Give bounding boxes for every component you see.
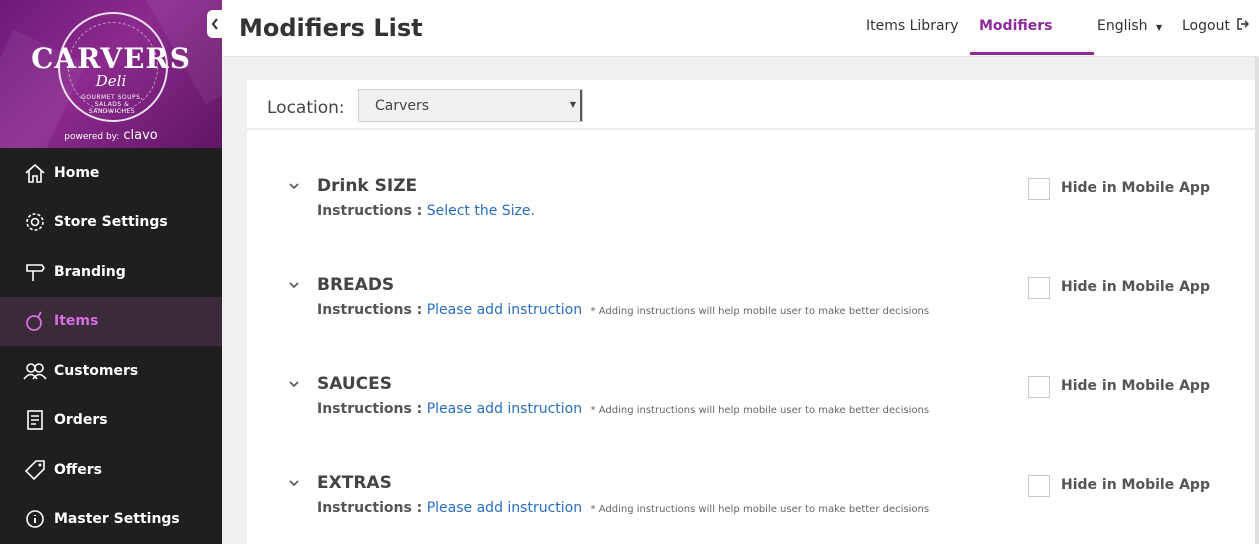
instructions-label: Instructions :: [317, 302, 423, 318]
hide-in-mobile-label: Hide in Mobile App: [1061, 180, 1210, 196]
hide-in-mobile-checkbox[interactable]: [1028, 376, 1050, 398]
logout-label: Logout: [1182, 18, 1230, 34]
instructions-label: Instructions :: [317, 401, 423, 417]
logout-icon: [1237, 18, 1250, 30]
caret-down-icon: ▼: [569, 100, 576, 109]
info-icon: [22, 507, 48, 531]
instructions-label: Instructions :: [317, 203, 423, 219]
hide-in-mobile-label: Hide in Mobile App: [1061, 477, 1210, 493]
sidebar-item-offers[interactable]: Offers: [0, 445, 222, 495]
modifier-row: EXTRAS Instructions : Please add instruc…: [247, 473, 1255, 544]
modifier-name[interactable]: Drink SIZE: [317, 176, 417, 196]
modifier-instructions: Instructions : Please add instruction * …: [317, 500, 929, 516]
caret-down-icon: ▼: [1156, 23, 1163, 32]
sidebar-collapse-button[interactable]: [207, 10, 223, 38]
sidebar-item-label: Orders: [54, 412, 108, 429]
sidebar-item-items[interactable]: Items: [0, 296, 222, 346]
sidebar-nav: Home Store Settings Branding Items Custo…: [0, 148, 222, 544]
nav-modifiers[interactable]: Modifiers: [979, 18, 1052, 34]
tag-icon: [22, 458, 48, 482]
hide-in-mobile-checkbox[interactable]: [1028, 475, 1050, 497]
modifier-row: Drink SIZE Instructions : Select the Siz…: [247, 176, 1255, 248]
modifier-name[interactable]: BREADS: [317, 275, 394, 295]
language-label: English: [1097, 18, 1148, 34]
sidebar-item-label: Home: [54, 164, 100, 181]
brand-title: CARVERS: [31, 42, 191, 75]
sidebar-item-label: Customers: [54, 362, 139, 379]
language-dropdown[interactable]: English ▼: [1097, 18, 1162, 34]
sidebar-item-store-settings[interactable]: Store Settings: [0, 198, 222, 248]
modifier-row: BREADS Instructions : Please add instruc…: [247, 275, 1255, 347]
sidebar-item-label: Offers: [54, 461, 102, 478]
scrollbar[interactable]: [1255, 57, 1259, 544]
sidebar-item-home[interactable]: Home: [0, 148, 222, 198]
hide-in-mobile-label: Hide in Mobile App: [1061, 279, 1210, 295]
modifier-name[interactable]: SAUCES: [317, 374, 392, 394]
nav-items-library[interactable]: Items Library: [866, 18, 959, 34]
brand-tagline: GOURMET SOUPS, SALADS & SANDWICHES: [81, 94, 143, 115]
instruction-note: * Adding instructions will help mobile u…: [590, 405, 930, 416]
chevron-down-icon[interactable]: [288, 378, 300, 390]
modifier-name[interactable]: EXTRAS: [317, 473, 392, 493]
powered-by: powered by: clavo: [0, 128, 222, 143]
location-label: Location:: [267, 98, 345, 118]
main-content: Location: Carvers ▼ Drink SIZE Instructi…: [247, 80, 1255, 544]
sidebar-item-label: Branding: [54, 263, 126, 280]
powered-by-label: powered by:: [64, 132, 120, 142]
sidebar-item-label: Master Settings: [54, 511, 180, 528]
powered-by-name: clavo: [123, 128, 158, 143]
sidebar: CARVERS Deli GOURMET SOUPS, SALADS & SAN…: [0, 0, 222, 544]
active-tab-indicator: [970, 52, 1094, 55]
modifier-instructions: Instructions : Select the Size.: [317, 203, 535, 219]
logout-link[interactable]: Logout: [1182, 18, 1250, 34]
instruction-link[interactable]: Select the Size.: [427, 203, 535, 219]
sidebar-item-label: Items: [54, 313, 99, 330]
chevron-down-icon[interactable]: [288, 477, 300, 489]
hide-in-mobile-label: Hide in Mobile App: [1061, 378, 1210, 394]
top-bar: Modifiers List Items Library Modifiers E…: [222, 0, 1259, 57]
location-select[interactable]: Carvers ▼: [358, 89, 583, 122]
sidebar-item-customers[interactable]: Customers: [0, 346, 222, 396]
chevron-left-icon: [211, 18, 218, 30]
instruction-note: * Adding instructions will help mobile u…: [590, 504, 930, 515]
apple-icon: [22, 309, 48, 333]
brand-subtitle: Deli: [95, 72, 127, 90]
home-icon: [22, 161, 48, 185]
instruction-note: * Adding instructions will help mobile u…: [590, 306, 930, 317]
modifier-instructions: Instructions : Please add instruction * …: [317, 302, 929, 318]
sidebar-item-branding[interactable]: Branding: [0, 247, 222, 297]
hide-in-mobile-checkbox[interactable]: [1028, 277, 1050, 299]
instructions-label: Instructions :: [317, 500, 423, 516]
location-bar: Location: Carvers ▼: [247, 80, 1255, 130]
modifier-instructions: Instructions : Please add instruction * …: [317, 401, 929, 417]
sidebar-item-label: Store Settings: [54, 214, 168, 231]
location-value: Carvers: [375, 98, 430, 114]
chevron-down-icon[interactable]: [288, 279, 300, 291]
page-title: Modifiers List: [239, 14, 423, 42]
instruction-link[interactable]: Please add instruction: [427, 500, 582, 516]
brand-logo[interactable]: CARVERS Deli GOURMET SOUPS, SALADS & SAN…: [0, 0, 222, 148]
gear-icon: [22, 210, 48, 234]
modifier-row: SAUCES Instructions : Please add instruc…: [247, 374, 1255, 446]
receipt-icon: [22, 408, 48, 432]
sidebar-item-master-settings[interactable]: Master Settings: [0, 495, 222, 544]
instruction-link[interactable]: Please add instruction: [427, 401, 582, 417]
hide-in-mobile-checkbox[interactable]: [1028, 178, 1050, 200]
sidebar-item-orders[interactable]: Orders: [0, 396, 222, 446]
users-icon: [22, 359, 48, 383]
instruction-link[interactable]: Please add instruction: [427, 302, 582, 318]
signpost-icon: [22, 260, 48, 284]
chevron-down-icon[interactable]: [288, 180, 300, 192]
